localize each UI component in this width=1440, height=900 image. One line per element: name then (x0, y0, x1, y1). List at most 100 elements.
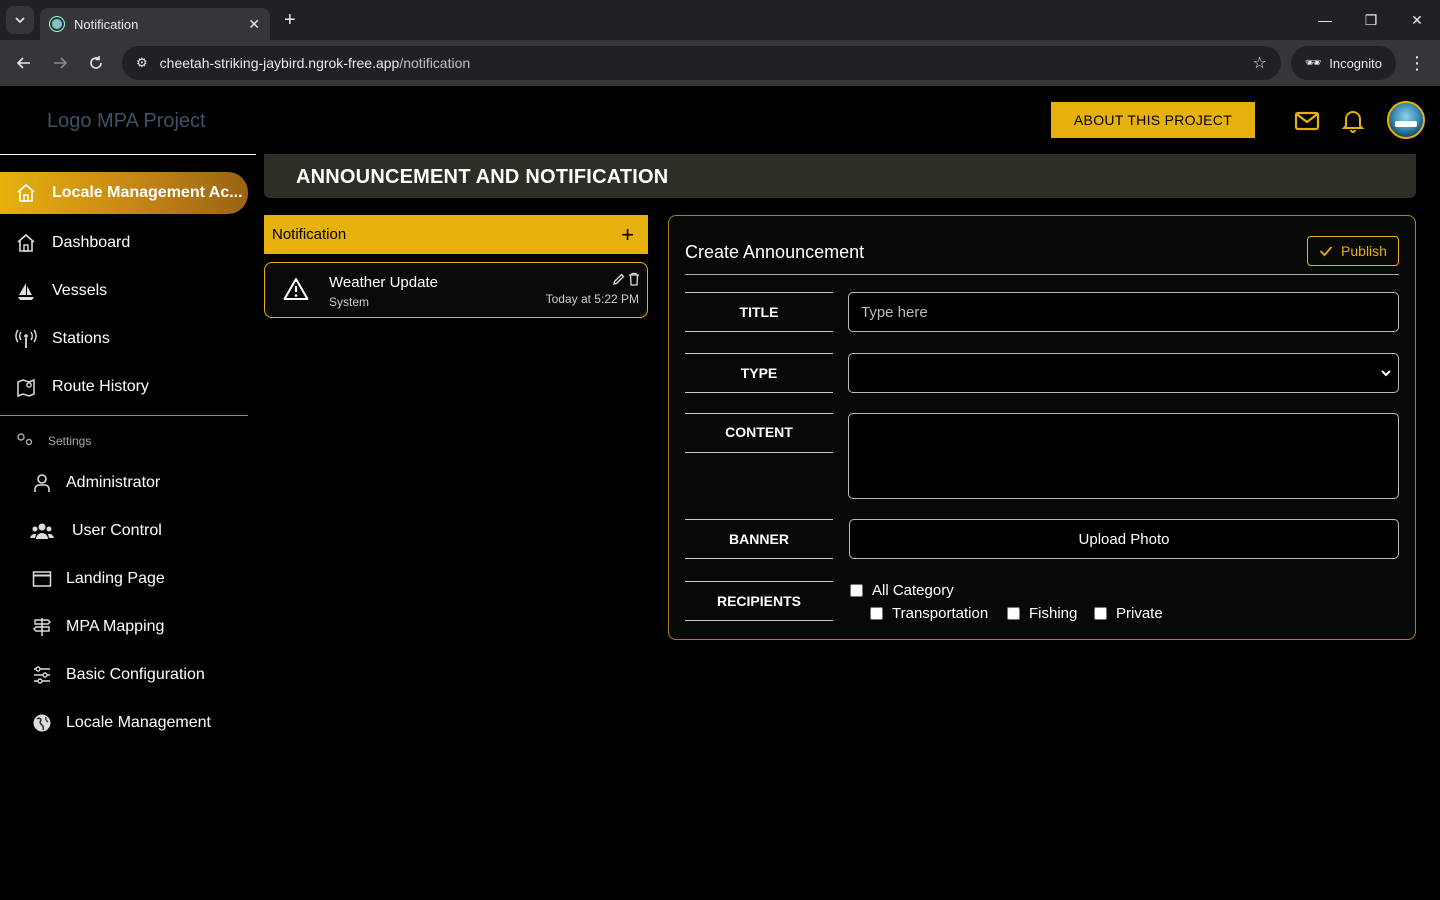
sidebar-item-landing-page[interactable]: Landing Page (30, 561, 165, 597)
sidebar-item-route-history[interactable]: Route History (0, 367, 149, 407)
sidebar-item-locale-management-active[interactable]: Locale Management Ac... (0, 172, 248, 214)
banner-field-label: BANNER (685, 519, 833, 559)
sidebar-item-label: Locale Management (66, 714, 211, 731)
sidebar-item-dashboard[interactable]: Dashboard (0, 223, 130, 263)
private-checkbox[interactable] (1094, 607, 1107, 620)
all-category-label: All Category (872, 582, 954, 599)
signpost-icon (30, 617, 54, 637)
forward-button[interactable] (44, 47, 76, 79)
content-textarea[interactable] (848, 413, 1399, 499)
check-icon (1319, 246, 1333, 257)
tab-close-icon[interactable]: ✕ (248, 16, 260, 33)
antenna-icon (0, 329, 52, 349)
fishing-label: Fishing (1029, 605, 1078, 622)
site-favicon-icon (50, 17, 64, 31)
sliders-icon (30, 666, 54, 684)
address-bar[interactable]: ⚙ cheetah-striking-jaybird.ngrok-free.ap… (122, 46, 1281, 80)
notification-item[interactable]: Weather Update System Today at 5:22 PM (264, 262, 648, 318)
reload-button[interactable] (80, 47, 112, 79)
chevron-down-icon (1381, 370, 1391, 377)
settings-label-text: Settings (48, 433, 92, 448)
content-label-text: CONTENT (725, 424, 793, 440)
tab-title: Notification (74, 16, 139, 32)
mail-icon[interactable] (1294, 108, 1320, 134)
all-category-checkbox[interactable] (850, 584, 863, 597)
recipient-fishing[interactable]: Fishing (1007, 605, 1077, 622)
browser-tabbar: Notification ✕ + — ❐ ✕ (0, 0, 1440, 40)
form-divider (685, 274, 1399, 275)
sidebar-item-user-control[interactable]: User Control (30, 513, 162, 549)
sidebar-item-locale-management[interactable]: Locale Management (30, 705, 211, 741)
recipient-private[interactable]: Private (1094, 605, 1163, 622)
about-project-button[interactable]: ABOUT THIS PROJECT (1051, 102, 1255, 138)
home-icon (0, 183, 52, 203)
browser-tab[interactable]: Notification ✕ (40, 8, 270, 40)
recipient-transportation[interactable]: Transportation (870, 605, 988, 622)
transportation-label: Transportation (892, 605, 989, 622)
notification-title: Weather Update (329, 274, 438, 291)
sidebar-item-label: Stations (52, 330, 110, 347)
publish-label: Publish (1341, 243, 1387, 259)
reload-icon (90, 56, 102, 69)
url-path: /notification (399, 55, 471, 71)
window-icon (30, 570, 54, 588)
sidebar-item-basic-configuration[interactable]: Basic Configuration (30, 657, 205, 693)
sidebar-item-vessels[interactable]: Vessels (0, 271, 107, 311)
globe-icon (30, 713, 54, 733)
sidebar-item-label: Administrator (66, 474, 161, 491)
avatar[interactable] (1387, 101, 1425, 139)
transportation-checkbox[interactable] (870, 607, 883, 620)
back-button[interactable] (8, 47, 40, 79)
add-notification-button[interactable]: + (621, 222, 634, 248)
title-input[interactable] (848, 292, 1399, 332)
sidebar-item-stations[interactable]: Stations (0, 319, 110, 359)
settings-section-label: Settings (16, 432, 91, 449)
sidebar-top-divider (0, 154, 256, 155)
minimize-icon[interactable]: — (1302, 0, 1348, 40)
sidebar-item-label: Landing Page (66, 570, 165, 587)
fishing-checkbox[interactable] (1007, 607, 1020, 620)
app-header: Logo MPA Project ABOUT THIS PROJECT (0, 86, 1440, 154)
upload-photo-button[interactable]: Upload Photo (849, 519, 1399, 559)
notification-header-label: Notification (272, 226, 347, 243)
recipient-all-category[interactable]: All Category (850, 582, 954, 599)
logo[interactable]: Logo MPA Project (47, 110, 206, 133)
title-field-label: TITLE (685, 292, 833, 332)
form-title: Create Announcement (685, 242, 865, 262)
new-tab-button[interactable]: + (284, 9, 296, 32)
notification-time: Today at 5:22 PM (545, 292, 639, 306)
chevron-down-icon (15, 17, 25, 24)
sidebar-divider (0, 415, 248, 416)
content-field-label: CONTENT (685, 413, 833, 453)
home-icon (0, 233, 52, 253)
url-host: cheetah-striking-jaybird.ngrok-free.app (159, 55, 400, 71)
site-info-icon[interactable]: ⚙ (136, 55, 148, 71)
page-title-bar: ANNOUNCEMENT AND NOTIFICATION (264, 154, 1416, 198)
window-close-icon[interactable]: ✕ (1394, 0, 1440, 40)
incognito-badge[interactable]: 🕶 Incognito (1290, 46, 1396, 80)
publish-button[interactable]: Publish (1307, 236, 1399, 266)
users-icon (30, 521, 54, 541)
warning-icon (283, 278, 309, 300)
type-field-label: TYPE (685, 353, 833, 393)
bell-icon[interactable] (1340, 108, 1366, 134)
tab-list-button[interactable] (6, 6, 34, 34)
sidebar-item-label: Dashboard (52, 234, 131, 251)
sidebar-item-label: Basic Configuration (66, 666, 205, 683)
type-select[interactable] (848, 353, 1399, 393)
map-pin-icon (0, 377, 52, 397)
sidebar-item-mpa-mapping[interactable]: MPA Mapping (30, 609, 164, 645)
sailboat-icon (0, 281, 52, 301)
sidebar-item-administrator[interactable]: Administrator (30, 465, 160, 501)
incognito-label: Incognito (1329, 55, 1382, 71)
pencil-icon[interactable] (612, 272, 626, 286)
page-title: ANNOUNCEMENT AND NOTIFICATION (296, 166, 669, 188)
browser-menu-icon[interactable]: ⋮ (1402, 53, 1432, 74)
sidebar-item-label: Locale Management Ac... (52, 184, 243, 201)
window-controls: — ❐ ✕ (1302, 0, 1440, 40)
arrow-left-icon (16, 57, 30, 69)
bookmark-star-icon[interactable]: ☆ (1252, 53, 1266, 73)
sidebar-item-label: MPA Mapping (66, 618, 165, 635)
restore-icon[interactable]: ❐ (1348, 0, 1394, 40)
trash-icon[interactable] (628, 272, 640, 286)
